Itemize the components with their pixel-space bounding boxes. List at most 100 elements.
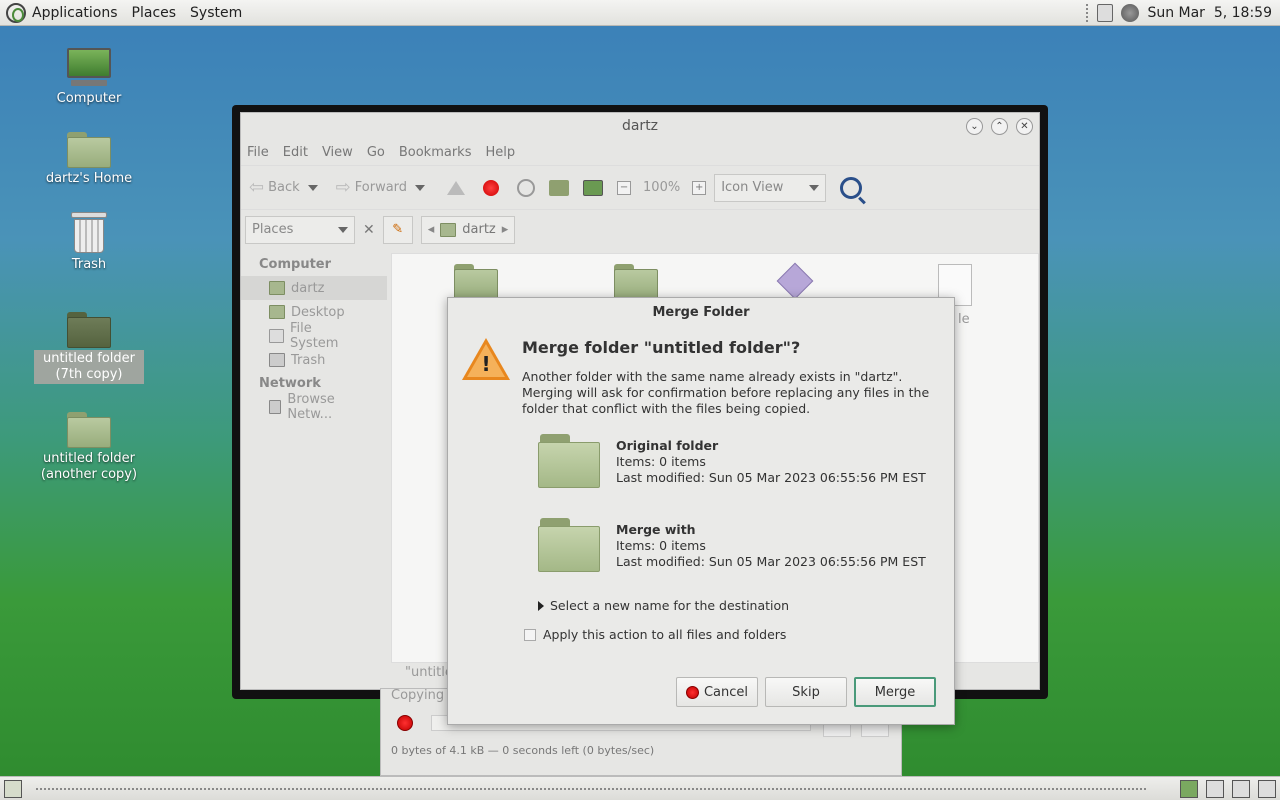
menu-view[interactable]: View: [322, 145, 353, 160]
dialog-title[interactable]: Merge Folder: [448, 298, 954, 326]
stop-icon: [685, 685, 699, 699]
sidebar-item-label: Browse Netw...: [287, 392, 335, 422]
workspace-3-icon[interactable]: [1232, 780, 1250, 798]
workspace-1-icon[interactable]: [1180, 780, 1198, 798]
desktop-icon-label: Trash: [71, 257, 107, 272]
back-arrow-icon: ⇦: [249, 177, 265, 198]
trash-icon: [71, 212, 107, 254]
notes-icon[interactable]: [1097, 4, 1114, 22]
sidebar-item-dartz[interactable]: dartz: [241, 276, 387, 300]
folder-icon[interactable]: [614, 264, 658, 300]
close-icon[interactable]: ✕: [1016, 118, 1033, 135]
desktop-icon-folder-7th-copy[interactable]: untitled folder (7th copy): [24, 312, 154, 384]
taskbar-separator: [36, 788, 1146, 790]
sidebar-item-trash[interactable]: Trash: [241, 348, 387, 372]
maximize-icon[interactable]: ⌃: [991, 118, 1008, 135]
back-history-icon[interactable]: [307, 184, 318, 191]
menu-go[interactable]: Go: [367, 145, 385, 160]
desktop-icon-label: untitled folder (another copy): [40, 451, 138, 482]
workspace-2-icon[interactable]: [1206, 780, 1224, 798]
new-name-expander[interactable]: Select a new name for the destination: [538, 598, 789, 613]
home-icon[interactable]: [549, 179, 570, 196]
expander-arrow-icon: [538, 600, 544, 611]
menu-bookmarks[interactable]: Bookmarks: [399, 145, 472, 160]
stop-icon[interactable]: [483, 179, 500, 196]
menu-applications[interactable]: Applications: [32, 5, 118, 21]
desktop-folder-icon: [269, 305, 285, 319]
cancel-button[interactable]: Cancel: [676, 677, 758, 707]
forward-label: Forward: [354, 180, 408, 195]
sidebar-item-file-system[interactable]: File System: [241, 321, 387, 351]
reload-icon[interactable]: [517, 178, 536, 197]
merge-with-items: Items: 0 items: [616, 538, 706, 553]
menu-places[interactable]: Places: [132, 5, 177, 21]
computer-icon[interactable]: [583, 179, 604, 196]
toggle-location-button[interactable]: ✎: [382, 215, 413, 244]
cancel-copy-icon[interactable]: [397, 715, 413, 731]
zoom-in-icon[interactable]: +: [692, 180, 707, 195]
dialog-message-line1: Another folder with the same name alread…: [522, 369, 903, 384]
trash-icon: [269, 353, 285, 367]
menu-file[interactable]: File: [247, 145, 269, 160]
apply-all-row[interactable]: Apply this action to all files and folde…: [524, 627, 786, 642]
sidebar-item-browse-network[interactable]: Browse Netw...: [241, 392, 387, 422]
desktop-icon-label: Computer: [56, 91, 122, 106]
up-icon[interactable]: [447, 180, 466, 195]
sidebar-item-label: Desktop: [291, 304, 345, 320]
desktop-icon-computer[interactable]: Computer: [24, 48, 154, 108]
breadcrumb: ◂ dartz ▸: [420, 215, 516, 244]
image-file-icon[interactable]: [776, 262, 814, 300]
sidebar-head-computer: Computer: [259, 257, 332, 272]
menu-system[interactable]: System: [190, 5, 242, 21]
menubar: File Edit View Go Bookmarks Help: [241, 139, 1039, 165]
panel-tray: Sun Mar 5, 18:59: [1086, 0, 1272, 26]
desktop-icon-home[interactable]: dartz's Home: [24, 132, 154, 188]
folder-icon: [67, 412, 111, 448]
close-pane-icon[interactable]: ✕: [363, 222, 375, 238]
crumb-right-icon[interactable]: ▸: [502, 222, 509, 237]
distro-logo-icon[interactable]: [6, 2, 26, 23]
search-icon[interactable]: [840, 176, 863, 199]
side-pane-select[interactable]: Places: [245, 215, 355, 244]
home-folder-icon: [269, 281, 285, 295]
merge-button[interactable]: Merge: [854, 677, 936, 707]
forward-button[interactable]: ⇨ Forward: [336, 177, 407, 198]
folder-icon: [538, 518, 602, 574]
original-folder-items: Items: 0 items: [616, 454, 706, 469]
desktop-icon-folder-another-copy[interactable]: untitled folder (another copy): [24, 412, 154, 484]
crumb-left-icon[interactable]: ◂: [428, 222, 435, 237]
folder-icon[interactable]: [454, 264, 498, 300]
clock[interactable]: Sun Mar 5, 18:59: [1147, 5, 1272, 21]
zoom-out-icon[interactable]: −: [617, 180, 632, 195]
show-desktop-icon[interactable]: [4, 780, 22, 798]
crumb-dartz[interactable]: dartz: [462, 222, 495, 237]
skip-button[interactable]: Skip: [765, 677, 847, 707]
copy-progress-text: 0 bytes of 4.1 kB — 0 seconds left (0 by…: [391, 744, 655, 757]
computer-icon: [65, 48, 113, 88]
view-mode-select[interactable]: Icon View: [714, 173, 827, 202]
folder-icon: [67, 312, 111, 348]
workspace-4-icon[interactable]: [1258, 780, 1276, 798]
top-panel: Applications Places System Sun Mar 5, 18…: [0, 0, 1280, 26]
forward-arrow-icon: ⇨: [335, 177, 351, 198]
apply-all-label: Apply this action to all files and folde…: [543, 627, 787, 642]
volume-icon[interactable]: [1121, 4, 1140, 22]
file-label-fragment: le: [958, 312, 970, 327]
chevron-down-icon: [809, 184, 820, 191]
minimize-icon[interactable]: ⌄: [966, 118, 983, 135]
forward-history-icon[interactable]: [415, 184, 426, 191]
title-bar[interactable]: dartz ⌄ ⌃ ✕: [241, 113, 1039, 139]
view-mode-label: Icon View: [721, 180, 784, 195]
apply-all-checkbox[interactable]: [524, 628, 536, 641]
sidebar-item-label: File System: [289, 321, 339, 351]
panel-separator: [1086, 4, 1089, 22]
copy-title-fragment: Copying ": [391, 688, 455, 703]
original-folder-modified: Last modified: Sun 05 Mar 2023 06:55:56 …: [616, 470, 926, 485]
sidebar: Computer dartz Desktop File System Trash…: [241, 253, 387, 661]
back-button[interactable]: ⇦ Back: [249, 177, 300, 198]
desktop-icon-trash[interactable]: Trash: [24, 212, 154, 274]
home-folder-icon: [440, 222, 457, 237]
merge-label: Merge: [874, 684, 916, 700]
menu-help[interactable]: Help: [485, 145, 515, 160]
menu-edit[interactable]: Edit: [283, 145, 308, 160]
